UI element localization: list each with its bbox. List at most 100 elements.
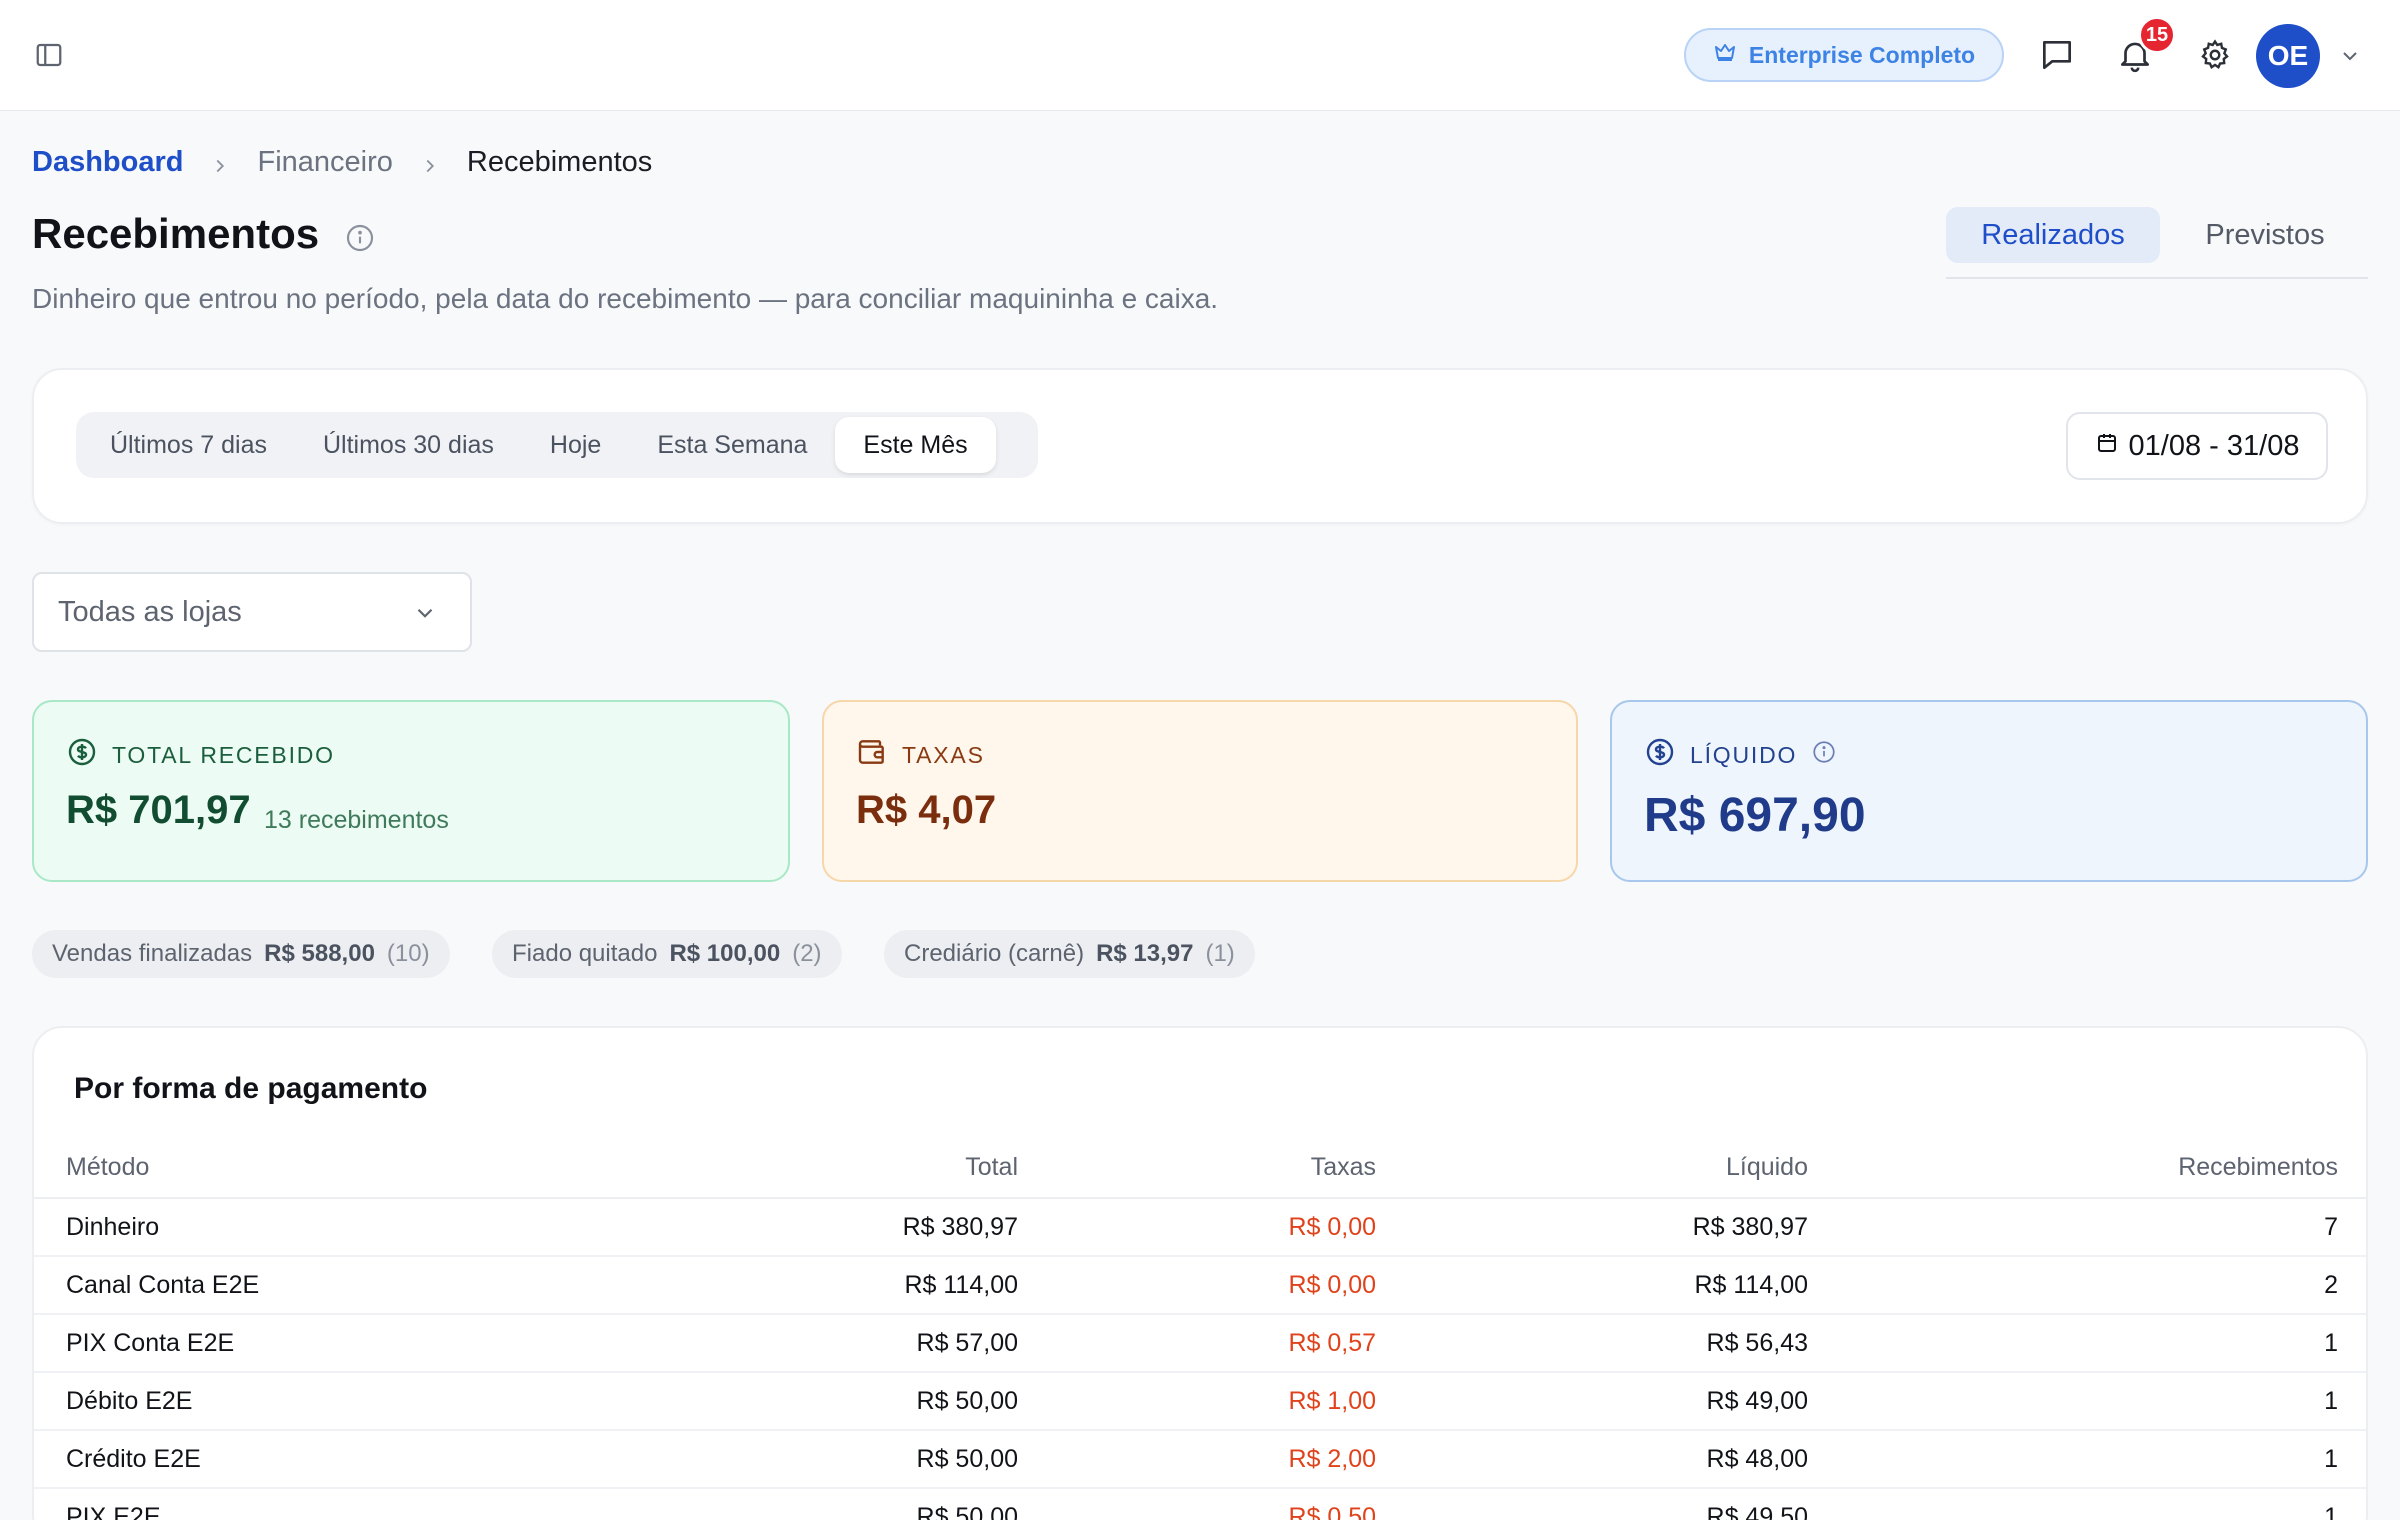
- date-range-label: 01/08 - 31/08: [2128, 429, 2300, 462]
- cell-liquido: R$ 114,00: [1376, 1256, 1808, 1315]
- table-row: Dinheiro R$ 380,97 R$ 0,00 R$ 380,97 7: [34, 1198, 2366, 1257]
- table-row: PIX E2E R$ 50,00 R$ 0,50 R$ 49,50 1: [34, 1488, 2366, 1520]
- cell-total: R$ 57,00: [534, 1314, 1018, 1373]
- cell-liquido: R$ 48,00: [1376, 1430, 1808, 1489]
- cell-metodo: PIX E2E: [34, 1488, 534, 1520]
- dollar-circle-icon: [66, 736, 98, 774]
- cell-recebimentos: 1: [1808, 1314, 2366, 1373]
- chevron-down-icon[interactable]: [2338, 44, 2362, 68]
- cell-liquido: R$ 380,97: [1376, 1198, 1808, 1257]
- card-label: LÍQUIDO: [1690, 741, 1798, 768]
- cell-recebimentos: 7: [1808, 1198, 2366, 1257]
- date-range-picker[interactable]: 01/08 - 31/08: [2066, 412, 2328, 480]
- table-row: Canal Conta E2E R$ 114,00 R$ 0,00 R$ 114…: [34, 1256, 2366, 1315]
- plan-badge[interactable]: Enterprise Completo: [1684, 28, 2004, 82]
- cell-total: R$ 50,00: [534, 1372, 1018, 1431]
- info-icon[interactable]: [1811, 739, 1837, 771]
- card-label: TOTAL RECEBIDO: [112, 741, 335, 768]
- total-received-card: TOTAL RECEBIDO R$ 701,97 13 recebimentos: [32, 700, 790, 882]
- table-header-row: Método Total Taxas Líquido Recebimentos: [34, 1138, 2366, 1199]
- breadcrumb-financeiro[interactable]: Financeiro: [257, 146, 392, 179]
- breadcrumb-current: Recebimentos: [466, 146, 653, 178]
- cell-metodo: Crédito E2E: [34, 1430, 534, 1489]
- col-taxas[interactable]: Taxas: [1018, 1138, 1376, 1199]
- cell-liquido: R$ 49,50: [1376, 1488, 1808, 1520]
- sidebar-toggle-icon[interactable]: [34, 40, 64, 70]
- cell-recebimentos: 2: [1808, 1256, 2366, 1315]
- card-label: TAXAS: [902, 741, 985, 768]
- fees-card: TAXAS R$ 4,07: [822, 700, 1578, 882]
- chip-value: R$ 588,00: [264, 940, 375, 967]
- cell-taxas: R$ 0,00: [1018, 1256, 1376, 1315]
- dollar-circle-icon: [1644, 736, 1676, 774]
- cell-recebimentos: 1: [1808, 1372, 2366, 1431]
- col-recebimentos[interactable]: Recebimentos: [1808, 1138, 2366, 1199]
- cell-taxas: R$ 0,00: [1018, 1198, 1376, 1257]
- top-header: Enterprise Completo 15 OE: [0, 0, 2400, 111]
- store-select[interactable]: Todas as lojas: [32, 572, 472, 652]
- period-tab-30d[interactable]: Últimos 30 dias: [295, 417, 522, 473]
- period-filter-card: Últimos 7 dias Últimos 30 dias Hoje Esta…: [32, 368, 2368, 524]
- breadcrumb-dashboard[interactable]: Dashboard: [32, 146, 183, 179]
- page-subtitle: Dinheiro que entrou no período, pela dat…: [32, 283, 1219, 314]
- payments-table: Método Total Taxas Líquido Recebimentos …: [34, 1138, 2366, 1520]
- avatar[interactable]: OE: [2256, 24, 2320, 88]
- col-metodo[interactable]: Método: [34, 1138, 534, 1199]
- card-header: TOTAL RECEBIDO: [66, 736, 335, 774]
- toggle-realizados[interactable]: Realizados: [1946, 207, 2160, 263]
- cell-total: R$ 380,97: [534, 1198, 1018, 1257]
- period-tab-7d[interactable]: Últimos 7 dias: [82, 417, 295, 473]
- chevron-right-icon: [419, 152, 441, 174]
- chip-count: (10): [386, 940, 430, 967]
- cell-total: R$ 50,00: [534, 1430, 1018, 1489]
- info-icon[interactable]: [344, 222, 376, 254]
- breadcrumb: Dashboard Financeiro Recebimentos: [32, 146, 652, 179]
- chip-vendas: Vendas finalizadas R$ 588,00 (10): [32, 930, 450, 978]
- cell-taxas: R$ 0,50: [1018, 1488, 1376, 1520]
- cell-liquido: R$ 49,00: [1376, 1372, 1808, 1431]
- cell-metodo: PIX Conta E2E: [34, 1314, 534, 1373]
- chip-count: (1): [1205, 940, 1235, 967]
- chevron-down-icon: [412, 600, 438, 626]
- card-value: R$ 4,07: [856, 788, 997, 832]
- cell-taxas: R$ 2,00: [1018, 1430, 1376, 1489]
- chip-value: R$ 13,97: [1096, 940, 1194, 967]
- period-tab-month[interactable]: Este Mês: [835, 417, 996, 473]
- table-row: Débito E2E R$ 50,00 R$ 1,00 R$ 49,00 1: [34, 1372, 2366, 1431]
- table-row: PIX Conta E2E R$ 57,00 R$ 0,57 R$ 56,43 …: [34, 1314, 2366, 1373]
- col-total[interactable]: Total: [534, 1138, 1018, 1199]
- chip-label: Vendas finalizadas: [52, 940, 253, 967]
- cell-total: R$ 114,00: [534, 1256, 1018, 1315]
- chip-label: Crediário (carnê): [904, 940, 1085, 967]
- period-tab-week[interactable]: Esta Semana: [629, 417, 835, 473]
- cell-metodo: Débito E2E: [34, 1372, 534, 1431]
- cell-metodo: Dinheiro: [34, 1198, 534, 1257]
- cell-metodo: Canal Conta E2E: [34, 1256, 534, 1315]
- chip-count: (2): [792, 940, 822, 967]
- period-tab-today[interactable]: Hoje: [522, 417, 629, 473]
- crown-icon: [1713, 40, 1737, 70]
- chip-label: Fiado quitado: [512, 940, 658, 967]
- cell-recebimentos: 1: [1808, 1488, 2366, 1520]
- card-count: 13 recebimentos: [264, 806, 449, 834]
- card-value: R$ 701,97: [66, 788, 251, 832]
- page-title: Recebimentos: [32, 210, 320, 257]
- col-liquido[interactable]: Líquido: [1376, 1138, 1808, 1199]
- chip-fiado: Fiado quitado R$ 100,00 (2): [492, 930, 842, 978]
- period-tabs: Últimos 7 dias Últimos 30 dias Hoje Esta…: [76, 412, 1038, 478]
- toggle-previstos[interactable]: Previstos: [2162, 207, 2368, 263]
- wallet-icon: [856, 736, 888, 774]
- gear-icon[interactable]: [2194, 34, 2236, 76]
- payments-table-card: Por forma de pagamento Método Total Taxa…: [32, 1026, 2368, 1520]
- cell-total: R$ 50,00: [534, 1488, 1018, 1520]
- cell-taxas: R$ 0,57: [1018, 1314, 1376, 1373]
- table-row: Crédito E2E R$ 50,00 R$ 2,00 R$ 48,00 1: [34, 1430, 2366, 1489]
- view-toggle: Realizados Previstos: [1946, 207, 2368, 279]
- net-card: LÍQUIDO R$ 697,90: [1610, 700, 2368, 882]
- cell-liquido: R$ 56,43: [1376, 1314, 1808, 1373]
- store-select-value: Todas as lojas: [58, 595, 242, 628]
- plan-badge-label: Enterprise Completo: [1748, 41, 1976, 68]
- chip-crediario: Crediário (carnê) R$ 13,97 (1): [884, 930, 1255, 978]
- card-value: R$ 697,90: [1644, 789, 1866, 842]
- chat-icon[interactable]: [2036, 34, 2078, 76]
